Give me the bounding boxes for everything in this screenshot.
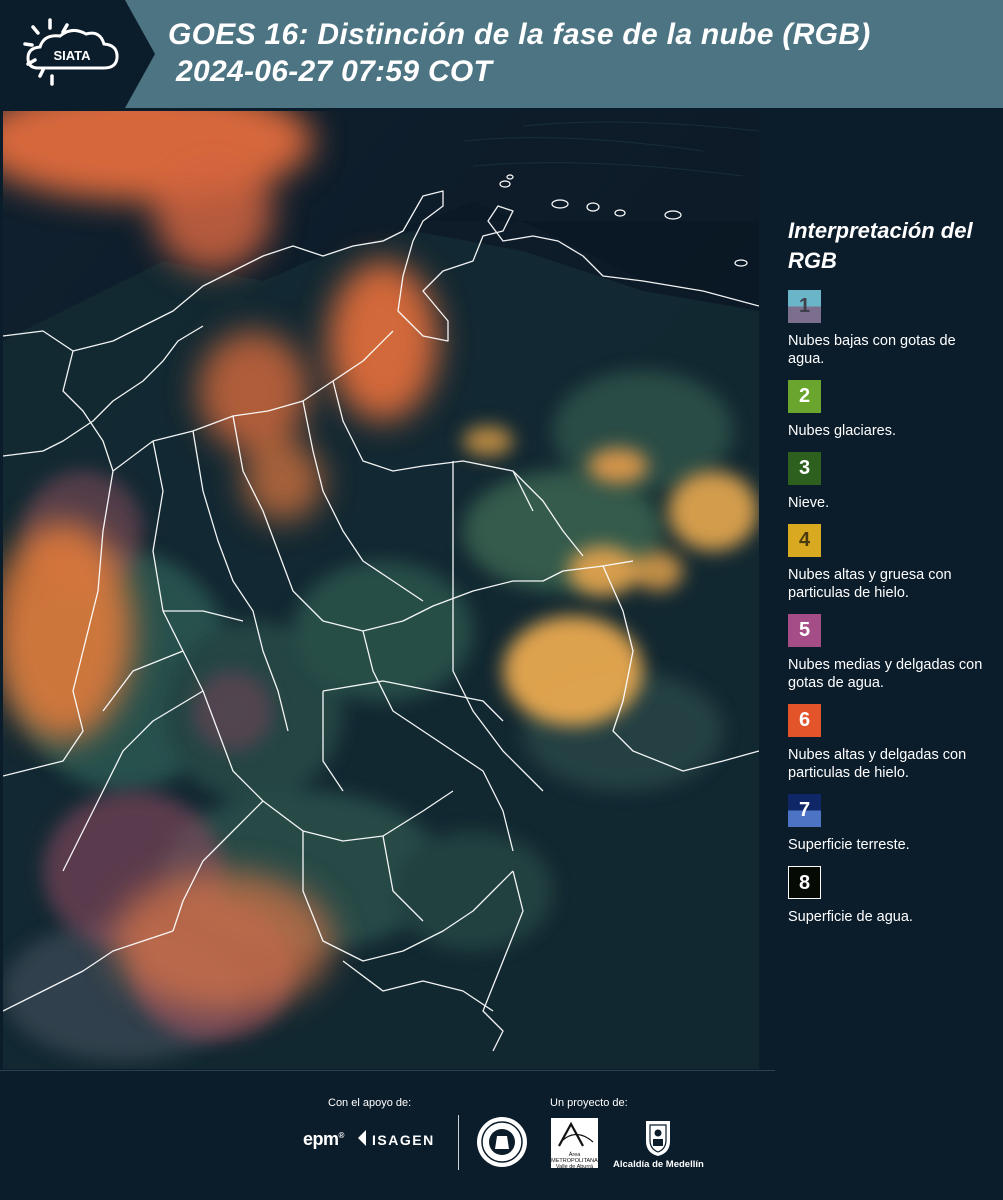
support-label: Con el apoyo de:: [328, 1097, 412, 1109]
legend-swatch-7: 7: [788, 794, 821, 827]
footer: Con el apoyo de: Un proyecto de: epm® IS…: [0, 1070, 1003, 1200]
legend-label: Nubes altas y gruesa con particulas de h…: [788, 567, 952, 601]
legend-label: Superficie de agua.: [788, 909, 913, 925]
legend-number: 3: [798, 457, 811, 479]
footer-divider: [0, 1070, 775, 1071]
alcaldia-logo-text: Alcaldía de Medellín: [613, 1159, 704, 1170]
legend-number: 7: [798, 799, 811, 821]
legend-label: Nubes glaciares.: [788, 423, 896, 439]
title-line-2: 2024-06-27 07:59 COT: [176, 55, 493, 88]
legend-swatch-6: 6: [788, 704, 821, 737]
legend-label: Nubes bajas con gotas de agua.: [788, 333, 956, 367]
legend-number: 6: [798, 709, 811, 731]
legend-item-1: 1 Nubes bajas con gotas de agua.: [788, 290, 993, 368]
legend-label: Nubes medias y delgadas con gotas de agu…: [788, 657, 983, 691]
legend-number: 1: [798, 295, 811, 317]
isagen-mark-icon: [358, 1130, 366, 1146]
legend-number: 5: [798, 619, 811, 641]
legend-swatch-1: 1: [788, 290, 821, 323]
legend-swatch-3: 3: [788, 452, 821, 485]
legend-number: 8: [798, 872, 811, 894]
isagen-logo: ISAGEN: [372, 1132, 435, 1148]
header-bar: SIATA GOES 16: Distinción de la fase de …: [0, 0, 1003, 108]
legend-title: Interpretación del RGB: [788, 218, 973, 273]
legend-item-7: 7 Superficie terreste.: [788, 794, 993, 854]
legend-label: Superficie terreste.: [788, 837, 910, 853]
siata-logo: SIATA: [0, 0, 155, 108]
legend-item-5: 5 Nubes medias y delgadas con gotas de ag…: [788, 614, 993, 692]
university-seal-icon: [477, 1117, 527, 1167]
medellin-crest-icon: [646, 1121, 670, 1156]
legend-label: Nubes altas y delgadas con particulas de…: [788, 747, 967, 781]
footer-vertical-divider: [458, 1115, 459, 1170]
legend-swatch-5: 5: [788, 614, 821, 647]
legend-number: 4: [798, 529, 811, 551]
project-label: Un proyecto de:: [550, 1097, 628, 1109]
legend-item-8: 8 Superficie de agua.: [788, 866, 993, 926]
svg-text:SIATA: SIATA: [53, 48, 91, 63]
legend-label: Nieve.: [788, 495, 830, 511]
legend-number: 2: [798, 385, 811, 407]
amva-logo: Área METROPOLITANA Valle de Aburrá: [551, 1118, 598, 1170]
legend-item-4: 4 Nubes altas y gruesa con particulas de …: [788, 524, 993, 602]
legend-swatch-4: 4: [788, 524, 821, 557]
title-line-1: GOES 16: Distinción de la fase de la nub…: [168, 18, 871, 51]
legend-item-2: 2 Nubes glaciares.: [788, 380, 993, 440]
epm-logo: epm®: [303, 1129, 344, 1149]
legend-swatch-8: 8: [788, 866, 821, 899]
page-title: GOES 16: Distinción de la fase de la nub…: [168, 16, 998, 90]
rgb-legend: Interpretación del RGB 1 Nubes bajas con …: [788, 216, 993, 938]
legend-item-6: 6 Nubes altas y delgadas con particulas d…: [788, 704, 993, 782]
legend-item-3: 3 Nieve.: [788, 452, 993, 512]
satellite-rgb-map: [3, 111, 759, 1069]
legend-swatch-2: 2: [788, 380, 821, 413]
